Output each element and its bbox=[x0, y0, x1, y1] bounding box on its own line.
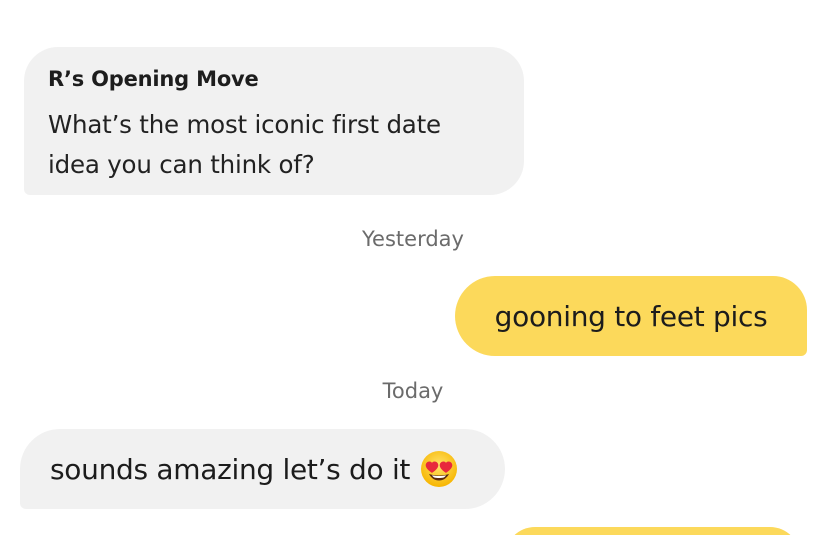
opening-move-card[interactable]: R’s Opening Move What’s the most iconic … bbox=[24, 47, 524, 195]
heart-eyes-emoji-icon bbox=[420, 450, 458, 488]
chat-thread: R’s Opening Move What’s the most iconic … bbox=[0, 0, 828, 535]
timestamp-today: Today bbox=[382, 379, 444, 403]
timestamp-yesterday: Yesterday bbox=[362, 227, 464, 251]
incoming-message-text: sounds amazing let’s do it bbox=[50, 452, 411, 486]
opening-move-question-line-2: idea you can think of? bbox=[48, 150, 315, 179]
outgoing-message-bubble[interactable]: gooning to feet pics bbox=[455, 276, 807, 356]
incoming-message-bubble[interactable]: sounds amazing let’s do it bbox=[20, 429, 505, 509]
opening-move-title: R’s Opening Move bbox=[48, 67, 259, 91]
outgoing-message-bubble-partial[interactable] bbox=[505, 527, 800, 535]
opening-move-question-line-1: What’s the most iconic first date bbox=[48, 110, 441, 139]
outgoing-message-text: gooning to feet pics bbox=[494, 299, 768, 333]
opening-move-question: What’s the most iconic first date idea y… bbox=[48, 105, 500, 185]
